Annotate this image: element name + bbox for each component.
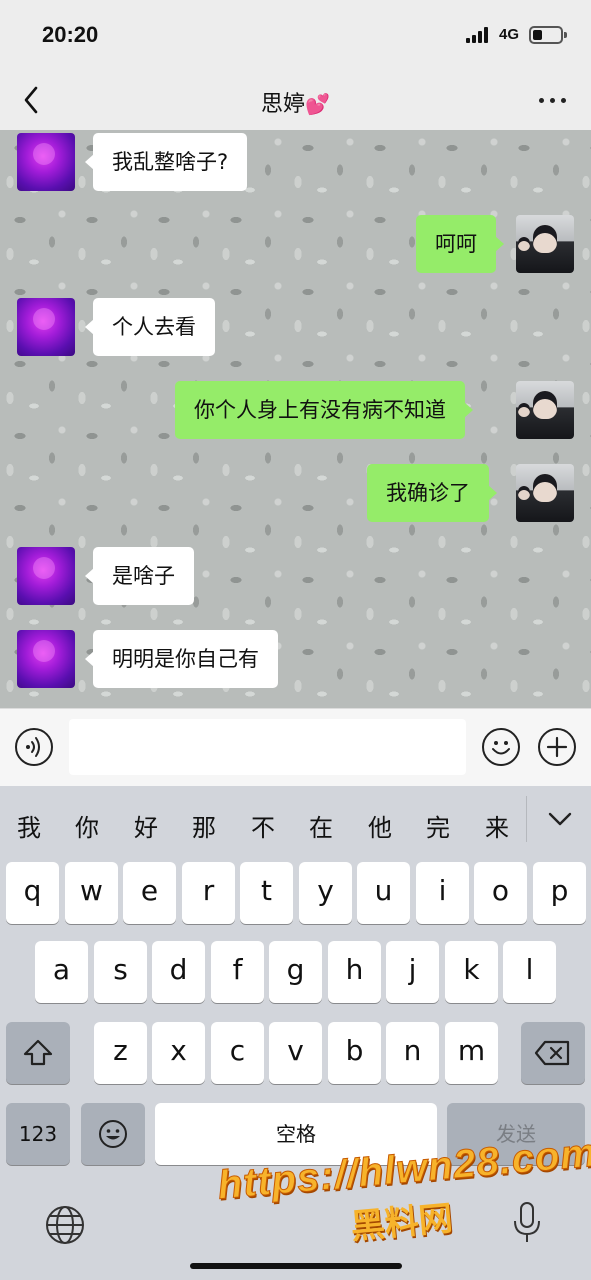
globe-icon bbox=[46, 1206, 84, 1244]
candidate-word[interactable]: 那 bbox=[184, 808, 224, 843]
key-f[interactable]: f bbox=[211, 941, 264, 1003]
message-bubble-incoming[interactable]: 明明是你自己有 bbox=[85, 630, 278, 688]
network-type: 4G bbox=[499, 26, 520, 43]
delete-icon bbox=[534, 1040, 570, 1066]
message-bubble-incoming[interactable]: 个人去看 bbox=[85, 298, 215, 356]
key-o[interactable]: o bbox=[474, 862, 527, 924]
key-w[interactable]: w bbox=[65, 862, 118, 924]
key-k[interactable]: k bbox=[445, 941, 498, 1003]
plus-icon bbox=[546, 736, 568, 758]
key-l[interactable]: l bbox=[503, 941, 556, 1003]
message-bubble-outgoing[interactable]: 我确诊了 bbox=[367, 464, 497, 522]
message-bubble-outgoing[interactable]: 你个人身上有没有病不知道 bbox=[175, 381, 473, 439]
chat-title-text: 思婷 bbox=[261, 92, 306, 117]
key-d[interactable]: d bbox=[152, 941, 205, 1003]
chat-title: 思婷💕 bbox=[0, 86, 591, 118]
candidate-word[interactable]: 不 bbox=[243, 808, 283, 843]
key-v[interactable]: v bbox=[269, 1022, 322, 1084]
signal-icon bbox=[466, 27, 492, 43]
candidate-word[interactable]: 他 bbox=[360, 808, 400, 843]
status-bar: 20:20 4G bbox=[0, 0, 591, 70]
message-bubble-outgoing[interactable]: 呵呵 bbox=[416, 215, 504, 273]
key-c[interactable]: c bbox=[211, 1022, 264, 1084]
key-h[interactable]: h bbox=[328, 941, 381, 1003]
emoji-key[interactable] bbox=[81, 1103, 145, 1165]
key-p[interactable]: p bbox=[533, 862, 586, 924]
key-x[interactable]: x bbox=[152, 1022, 205, 1084]
candidate-word[interactable]: 好 bbox=[126, 808, 166, 843]
emoji-key-icon bbox=[99, 1120, 127, 1148]
key-a[interactable]: a bbox=[35, 941, 88, 1003]
contact-avatar[interactable] bbox=[17, 630, 75, 688]
key-z[interactable]: z bbox=[94, 1022, 147, 1084]
shift-icon bbox=[23, 1039, 53, 1066]
contact-avatar[interactable] bbox=[17, 298, 75, 356]
key-e[interactable]: e bbox=[123, 862, 176, 924]
globe-button[interactable] bbox=[44, 1204, 86, 1246]
nav-bar: 思婷💕 bbox=[0, 70, 591, 130]
voice-button[interactable] bbox=[15, 728, 53, 766]
key-y[interactable]: y bbox=[299, 862, 352, 924]
key-g[interactable]: g bbox=[269, 941, 322, 1003]
heart-emoji: 💕 bbox=[305, 92, 330, 116]
key-q[interactable]: q bbox=[6, 862, 59, 924]
message-input[interactable] bbox=[69, 719, 466, 775]
key-b[interactable]: b bbox=[328, 1022, 381, 1084]
candidate-bar: 我 你 好 那 不 在 他 完 来 bbox=[0, 786, 591, 852]
message-bubble-incoming[interactable]: 我乱整啥子? bbox=[84, 133, 248, 191]
candidate-word[interactable]: 在 bbox=[301, 808, 341, 843]
plus-button[interactable] bbox=[538, 728, 576, 766]
key-t[interactable]: t bbox=[240, 862, 293, 924]
input-bar bbox=[0, 708, 591, 786]
voice-icon bbox=[26, 737, 40, 757]
my-avatar[interactable] bbox=[516, 381, 574, 439]
emoji-button[interactable] bbox=[482, 728, 520, 766]
candidate-word[interactable]: 来 bbox=[477, 808, 517, 843]
chat-area[interactable]: 我乱整啥子? 呵呵 个人去看 你个人身上有没有病不知道 我确诊了 是啥子 明明是… bbox=[0, 130, 591, 708]
my-avatar[interactable] bbox=[516, 464, 574, 522]
key-u[interactable]: u bbox=[357, 862, 410, 924]
numbers-key[interactable]: 123 bbox=[6, 1103, 70, 1165]
contact-avatar[interactable] bbox=[17, 547, 75, 605]
key-j[interactable]: j bbox=[386, 941, 439, 1003]
candidate-word[interactable]: 你 bbox=[67, 808, 107, 843]
candidate-divider bbox=[526, 796, 527, 842]
message-bubble-incoming[interactable]: 是啥子 bbox=[85, 547, 194, 605]
home-indicator[interactable] bbox=[190, 1263, 402, 1269]
more-button[interactable] bbox=[537, 88, 569, 112]
key-s[interactable]: s bbox=[94, 941, 147, 1003]
collapse-candidates-button[interactable] bbox=[543, 804, 577, 834]
candidate-word[interactable]: 完 bbox=[418, 808, 458, 843]
shift-key[interactable] bbox=[6, 1022, 70, 1084]
candidate-word[interactable]: 我 bbox=[9, 808, 49, 843]
my-avatar[interactable] bbox=[516, 215, 574, 273]
status-time: 20:20 bbox=[42, 22, 99, 47]
chevron-down-icon bbox=[548, 812, 572, 826]
delete-key[interactable] bbox=[521, 1022, 585, 1084]
battery-icon bbox=[529, 26, 567, 44]
key-m[interactable]: m bbox=[445, 1022, 498, 1084]
key-n[interactable]: n bbox=[386, 1022, 439, 1084]
key-r[interactable]: r bbox=[182, 862, 235, 924]
emoji-icon bbox=[492, 741, 510, 755]
contact-avatar[interactable] bbox=[17, 133, 75, 191]
key-i[interactable]: i bbox=[416, 862, 469, 924]
